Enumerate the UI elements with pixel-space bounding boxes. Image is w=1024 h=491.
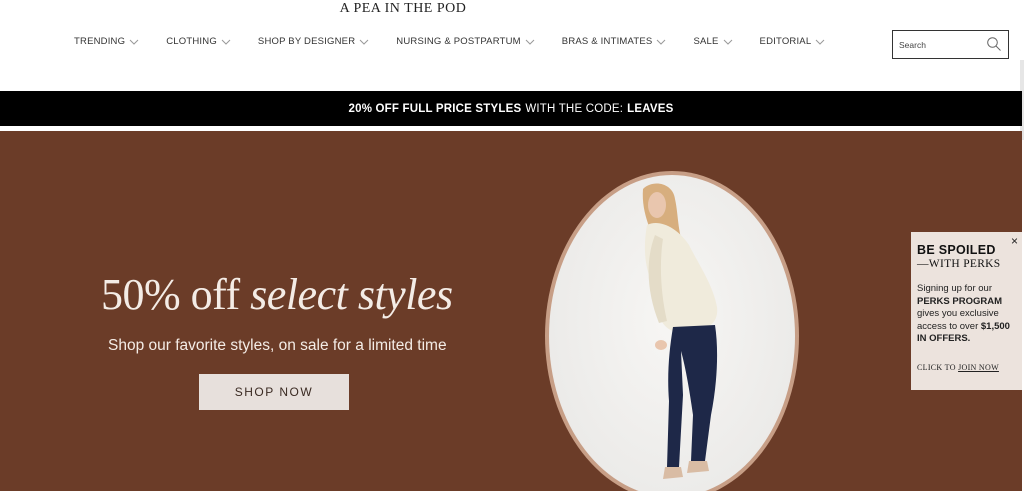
chevron-down-icon: [723, 39, 732, 45]
perks-body-a: Signing up for our: [917, 283, 992, 294]
chevron-down-icon: [129, 39, 139, 45]
chevron-down-icon: [815, 39, 825, 45]
chevron-down-icon: [657, 39, 666, 45]
nav-item-nursing-postpartum[interactable]: NURSING & POSTPARTUM: [396, 36, 535, 47]
chevron-down-icon: [525, 39, 535, 45]
chevron-down-icon: [359, 39, 369, 45]
perks-cta-prefix: CLICK TO: [917, 362, 959, 372]
promo-code: LEAVES: [627, 102, 674, 115]
nav-label: SHOP BY DESIGNER: [257, 36, 356, 47]
nav-item-sale[interactable]: SALE: [693, 36, 732, 47]
nav-label: CLOTHING: [166, 36, 217, 47]
nav-item-bras-intimates[interactable]: BRAS & INTIMATES: [562, 36, 667, 47]
search-input[interactable]: [899, 39, 983, 50]
nav-label: NURSING & POSTPARTUM: [396, 36, 521, 47]
search-box: [892, 30, 1009, 59]
hero-model-image[interactable]: [549, 175, 795, 491]
promo-banner[interactable]: 20% OFF FULL PRICE STYLES WITH THE CODE:…: [0, 91, 1022, 126]
nav-item-clothing[interactable]: CLOTHING: [166, 36, 231, 47]
perks-description: Signing up for our PERKS PROGRAM gives y…: [917, 283, 1019, 346]
hero-banner: 50% off select styles Shop our favorite …: [0, 131, 1022, 491]
nav-label: EDITORIAL: [759, 36, 812, 47]
headline-italic: select styles: [250, 270, 453, 319]
perks-body-b: PERKS PROGRAM: [917, 295, 1002, 307]
site-logo[interactable]: A PEA IN THE POD: [0, 0, 806, 18]
nav-label: TRENDING: [74, 36, 126, 47]
nav-label: SALE: [693, 36, 719, 47]
chevron-down-icon: [221, 39, 231, 45]
nav-item-editorial[interactable]: EDITORIAL: [760, 36, 826, 47]
promo-offer: 20% OFF FULL PRICE STYLES: [348, 102, 522, 115]
perks-subtitle: —WITH PERKS: [917, 258, 1001, 270]
join-now-link[interactable]: JOIN NOW: [958, 363, 999, 372]
nav-item-shop-by-designer[interactable]: SHOP BY DESIGNER: [258, 36, 369, 47]
hero-headline: 50% off select styles: [101, 269, 453, 320]
main-nav: TRENDING CLOTHING SHOP BY DESIGNER NURSI…: [74, 36, 852, 47]
model-illustration: [642, 183, 718, 479]
nav-label: BRAS & INTIMATES: [561, 36, 653, 47]
shop-now-button[interactable]: SHOP NOW: [199, 374, 349, 410]
promo-code-label: WITH THE CODE:: [525, 102, 624, 115]
perks-cta: CLICK TO JOIN NOW: [917, 363, 1022, 372]
search-icon[interactable]: [986, 36, 1002, 52]
nav-item-trending[interactable]: TRENDING: [74, 36, 139, 47]
hero-subline: Shop our favorite styles, on sale for a …: [108, 337, 447, 354]
close-icon[interactable]: ×: [1011, 235, 1018, 247]
perks-title: BE SPOILED: [917, 243, 996, 257]
perks-popup[interactable]: × BE SPOILED —WITH PERKS Signing up for …: [911, 232, 1022, 390]
headline-regular: 50% off: [101, 270, 251, 319]
